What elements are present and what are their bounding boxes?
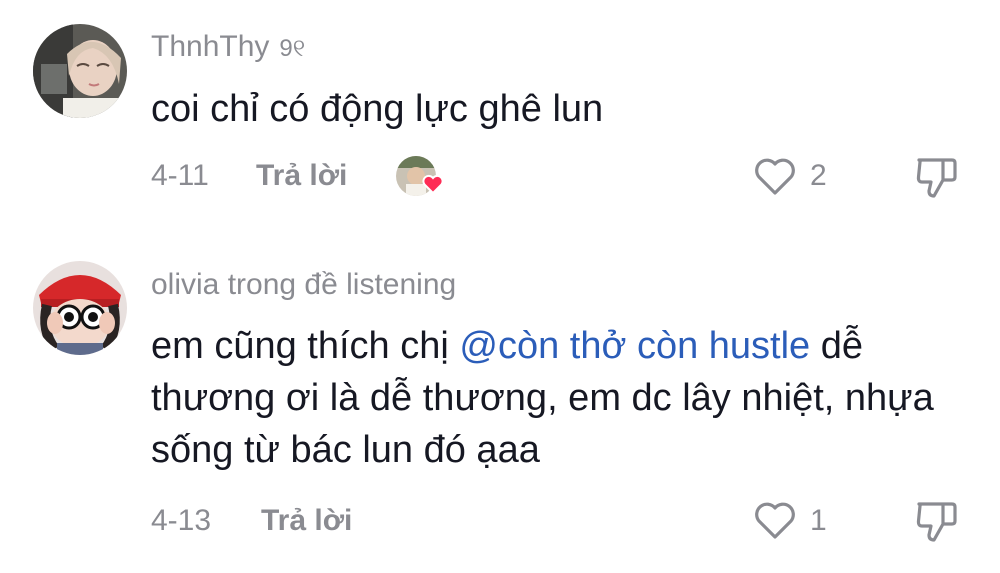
user-avatar-thnhthy (33, 24, 127, 118)
user-avatar-olivia (33, 261, 127, 355)
comment-username[interactable]: olivia trong đề listening (151, 268, 456, 302)
reply-button[interactable]: Trả lời (261, 504, 352, 538)
heart-outline-icon[interactable] (753, 157, 797, 197)
mention-link[interactable]: @còn thở còn hustle (459, 325, 810, 367)
comment-item: olivia trong đề listening em cũng thích … (0, 240, 1000, 573)
comment-item: ThnhThy 9୧ coi chỉ có động lực ghê lun 4-… (0, 0, 1000, 230)
avatar[interactable] (33, 261, 127, 355)
like-count: 2 (810, 159, 827, 192)
comment-username[interactable]: ThnhThy 9୧ (151, 30, 305, 64)
comment-date: 4-11 (151, 159, 209, 192)
avatar[interactable] (33, 24, 127, 118)
user-badge: 9୧ (279, 35, 306, 62)
heart-filled-icon (422, 174, 444, 194)
comment-text: em cũng thích chị @còn thở còn hustle dễ… (151, 320, 971, 476)
comment-text: coi chỉ có động lực ghê lun (151, 88, 604, 130)
comment-date: 4-13 (151, 504, 212, 537)
thumbs-down-icon[interactable] (915, 154, 959, 200)
username-text: ThnhThy (151, 30, 270, 63)
like-count: 1 (810, 504, 827, 537)
reply-button[interactable]: Trả lời (256, 159, 347, 193)
comment-text-part: em cũng thích chị (151, 325, 460, 367)
thumbs-down-icon[interactable] (915, 498, 959, 544)
heart-outline-icon[interactable] (753, 501, 797, 541)
